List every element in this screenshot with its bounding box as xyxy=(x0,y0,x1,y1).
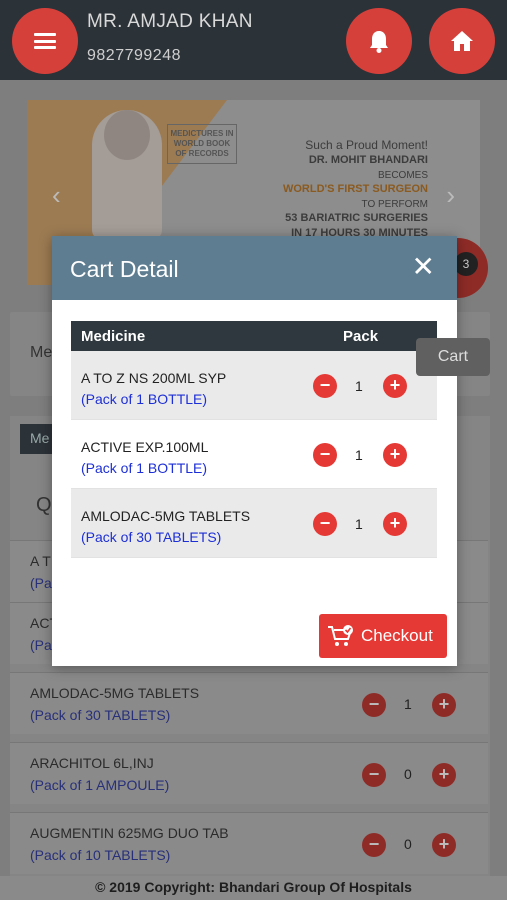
medicine-pack: (Pa xyxy=(30,637,52,653)
quantity-value: 0 xyxy=(404,766,412,782)
table-row: A TO Z NS 200ML SYP (Pack of 1 BOTTLE) −… xyxy=(71,351,437,420)
menu-button[interactable] xyxy=(12,8,78,74)
medicine-pack: (Pack of 30 TABLETS) xyxy=(30,707,171,723)
table-header: Medicine Pack xyxy=(71,321,437,351)
quantity-value: 1 xyxy=(355,447,363,463)
list-item: ARACHITOL 6L,INJ (Pack of 1 AMPOULE) − 0… xyxy=(10,742,488,804)
increase-quantity-button[interactable]: + xyxy=(383,374,407,398)
chevron-left-icon[interactable]: ‹ xyxy=(52,180,61,211)
medicine-pack: (Pack of 10 TABLETS) xyxy=(30,847,171,863)
medicine-pack: (Pack of 1 AMPOULE) xyxy=(30,777,170,793)
cart-count-badge: 3 xyxy=(454,252,478,276)
quantity-label: Q xyxy=(36,494,52,516)
record-badge: MEDICTURES IN WORLD BOOK OF RECORDS xyxy=(167,124,237,164)
decrease-quantity-button[interactable]: − xyxy=(313,512,337,536)
list-item: AMLODAC-5MG TABLETS (Pack of 30 TABLETS)… xyxy=(10,672,488,734)
footer-copyright: © 2019 Copyright: Bhandari Group Of Hosp… xyxy=(0,876,507,900)
medicine-pack: (Pa xyxy=(30,575,52,591)
cart-check-icon xyxy=(327,624,355,648)
bell-icon xyxy=(370,31,388,53)
doctor-image xyxy=(92,110,162,240)
quantity-value: 0 xyxy=(404,836,412,852)
increase-quantity-button[interactable]: + xyxy=(383,443,407,467)
minus-button[interactable]: − xyxy=(362,763,386,787)
medicine-pack: (Pack of 1 BOTTLE) xyxy=(81,460,208,476)
medicine-name: AMLODAC-5MG TABLETS xyxy=(81,508,251,524)
banner-line: 53 BARIATRIC SURGERIES xyxy=(285,212,428,224)
chevron-right-icon[interactable]: › xyxy=(446,180,455,211)
modal-header: Cart Detail ✕ xyxy=(52,236,457,300)
modal-title: Cart Detail xyxy=(70,256,179,282)
medicine-name: AMLODAC-5MG TABLETS xyxy=(30,685,200,701)
table-row: ACTIVE EXP.100ML (Pack of 1 BOTTLE) − 1 … xyxy=(71,420,437,489)
plus-button[interactable]: + xyxy=(432,763,456,787)
notifications-button[interactable] xyxy=(346,8,412,74)
quantity-value: 1 xyxy=(355,516,363,532)
plus-button[interactable]: + xyxy=(432,833,456,857)
decrease-quantity-button[interactable]: − xyxy=(313,443,337,467)
quantity-value: 1 xyxy=(404,696,412,712)
banner-line: BECOMES xyxy=(377,170,428,181)
table-row: AMLODAC-5MG TABLETS (Pack of 30 TABLETS)… xyxy=(71,489,437,558)
minus-button[interactable]: − xyxy=(362,693,386,717)
decrease-quantity-button[interactable]: − xyxy=(313,374,337,398)
list-item: AUGMENTIN 625MG DUO TAB (Pack of 10 TABL… xyxy=(10,812,488,874)
increase-quantity-button[interactable]: + xyxy=(383,512,407,536)
medicine-pack: (Pack of 30 TABLETS) xyxy=(81,529,222,545)
home-icon xyxy=(451,31,473,51)
medicine-name: A TO Z NS 200ML SYP xyxy=(81,370,227,386)
close-icon[interactable]: ✕ xyxy=(412,253,435,281)
home-button[interactable] xyxy=(429,8,495,74)
medicine-pack: (Pack of 1 BOTTLE) xyxy=(81,391,208,407)
search-label: Me xyxy=(30,344,53,361)
menu-icon xyxy=(34,33,56,49)
minus-button[interactable]: − xyxy=(362,833,386,857)
banner-line: DR. MOHIT BHANDARI xyxy=(308,154,428,166)
banner-line: WORLD'S FIRST SURGEON xyxy=(282,183,428,195)
column-header-medicine: Medicine xyxy=(81,328,146,345)
column-header-pack: Pack xyxy=(343,328,379,345)
cart-tooltip: Cart xyxy=(416,338,490,376)
user-name: MR. AMJAD KHAN xyxy=(87,11,253,32)
app-header: MR. AMJAD KHAN 9827799248 xyxy=(0,0,507,80)
quantity-value: 1 xyxy=(355,378,363,394)
checkout-button[interactable]: Checkout xyxy=(319,614,447,658)
medicine-name: ARACHITOL 6L,INJ xyxy=(30,755,154,771)
checkout-label: Checkout xyxy=(361,626,433,645)
user-phone: 9827799248 xyxy=(87,47,181,64)
medicine-name: ACTIVE EXP.100ML xyxy=(81,439,209,455)
plus-button[interactable]: + xyxy=(432,693,456,717)
cart-table: Medicine Pack A TO Z NS 200ML SYP (Pack … xyxy=(71,321,437,558)
banner-line: TO PERFORM xyxy=(361,199,428,210)
cart-detail-modal: Cart Detail ✕ Medicine Pack A TO Z NS 20… xyxy=(52,236,457,666)
medicine-name: AUGMENTIN 625MG DUO TAB xyxy=(30,825,229,841)
banner-line: Such a Proud Moment! xyxy=(305,138,428,152)
medicine-name: A T xyxy=(30,553,51,569)
